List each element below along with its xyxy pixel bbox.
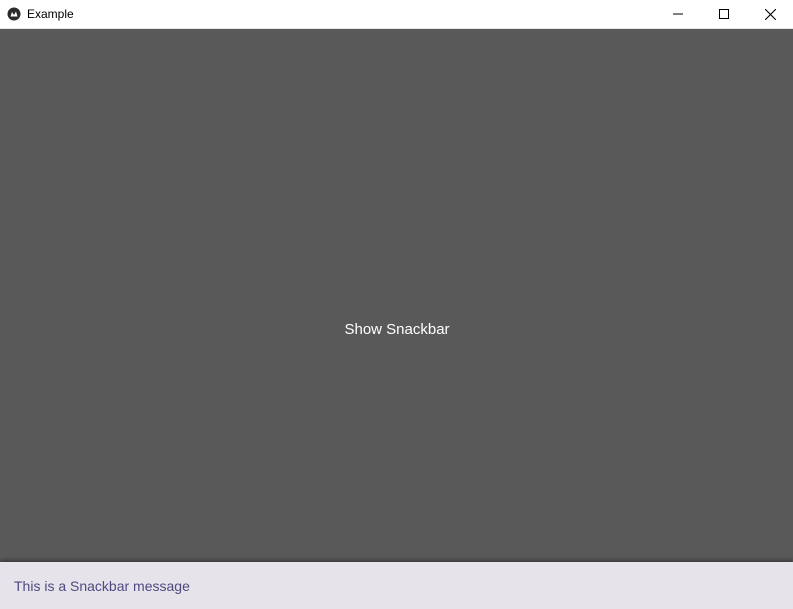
kivy-logo-icon — [7, 7, 21, 21]
main-content: Show Snackbar This is a Snackbar message — [0, 29, 793, 609]
minimize-icon — [673, 13, 683, 15]
title-bar[interactable]: Example — [0, 0, 793, 29]
show-snackbar-button[interactable]: Show Snackbar — [316, 309, 478, 349]
close-icon — [764, 8, 776, 20]
maximize-icon — [719, 9, 729, 19]
snackbar-message: This is a Snackbar message — [14, 577, 190, 594]
maximize-button[interactable] — [701, 0, 747, 28]
window-controls — [655, 0, 793, 28]
window-title: Example — [27, 7, 74, 21]
snackbar: This is a Snackbar message — [0, 562, 793, 609]
close-button[interactable] — [747, 0, 793, 28]
app-window: Example Show Snackbar This is a Snackbar… — [0, 0, 793, 609]
minimize-button[interactable] — [655, 0, 701, 28]
